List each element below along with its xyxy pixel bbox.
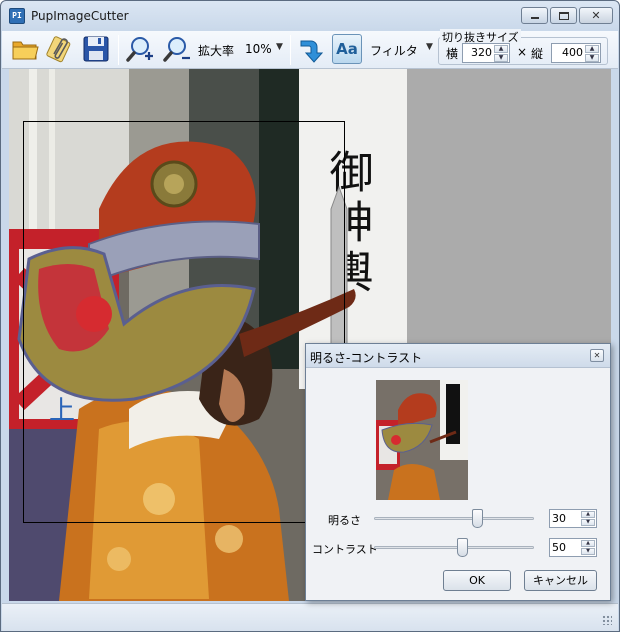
zoom-label: 拡大率 bbox=[198, 44, 235, 58]
brightness-slider[interactable] bbox=[374, 517, 534, 520]
close-button[interactable]: ✕ bbox=[579, 7, 613, 24]
title-bar[interactable]: PI PupImageCutter ✕ bbox=[1, 1, 619, 31]
zoom-dropdown-icon[interactable]: ▼ bbox=[276, 42, 283, 52]
window-title: PupImageCutter bbox=[31, 9, 129, 23]
maximize-icon bbox=[559, 12, 569, 20]
zoom-select[interactable]: 10% bbox=[245, 42, 272, 56]
height-value[interactable]: 400 bbox=[562, 46, 583, 59]
brightness-down-icon[interactable]: ▼ bbox=[581, 519, 595, 526]
dialog-close-button[interactable]: ✕ bbox=[590, 349, 604, 362]
height-up-icon[interactable]: ▲ bbox=[585, 45, 599, 53]
dialog-title: 明るさ-コントラスト bbox=[310, 351, 423, 365]
preview-thumbnail bbox=[376, 380, 468, 500]
close-icon: ✕ bbox=[591, 9, 601, 22]
app-icon: PI bbox=[9, 8, 25, 24]
width-up-icon[interactable]: ▲ bbox=[494, 45, 508, 53]
contrast-up-icon[interactable]: ▲ bbox=[581, 540, 595, 547]
brightness-contrast-dialog: 明るさ-コントラスト ✕ 明るさ 30 ▲ ▼ コントラスト 50 ▲ ▼ OK… bbox=[305, 343, 611, 601]
zoom-in-icon[interactable] bbox=[125, 34, 155, 64]
filter-dropdown-icon[interactable]: ▼ bbox=[426, 42, 433, 52]
dialog-title-bar[interactable]: 明るさ-コントラスト ✕ bbox=[306, 344, 610, 368]
height-spinner[interactable]: 400 ▲ ▼ bbox=[551, 43, 601, 63]
open-folder-icon[interactable] bbox=[10, 34, 40, 64]
filter-menu[interactable]: フィルタ bbox=[370, 42, 418, 59]
contrast-label: コントラスト bbox=[312, 543, 378, 556]
brightness-up-icon[interactable]: ▲ bbox=[581, 511, 595, 518]
contrast-down-icon[interactable]: ▼ bbox=[581, 548, 595, 555]
times-symbol: × bbox=[517, 45, 528, 59]
toolbar-separator bbox=[290, 35, 291, 65]
brightness-value[interactable]: 30 bbox=[552, 512, 566, 525]
window-controls: ✕ bbox=[521, 7, 613, 24]
app-window: PI PupImageCutter ✕ 拡大率 10% ▼ Aa フィルタ ▼ … bbox=[0, 0, 620, 632]
minimize-icon bbox=[531, 17, 539, 19]
contrast-slider-thumb[interactable] bbox=[457, 538, 468, 557]
paperclip-icon[interactable] bbox=[44, 34, 74, 64]
status-bar bbox=[2, 603, 618, 631]
font-aa-icon[interactable]: Aa bbox=[332, 34, 362, 64]
brightness-spinner[interactable]: 30 ▲ ▼ bbox=[549, 509, 597, 528]
crop-size-group: 切り抜きサイズ 横 320 ▲ ▼ × 縦 400 ▲ ▼ bbox=[438, 29, 608, 65]
cancel-button[interactable]: キャンセル bbox=[524, 570, 597, 591]
zoom-out-icon[interactable] bbox=[162, 34, 192, 64]
brightness-label: 明るさ bbox=[328, 514, 361, 527]
brightness-slider-thumb[interactable] bbox=[472, 509, 483, 528]
ok-button[interactable]: OK bbox=[443, 570, 511, 591]
contrast-value[interactable]: 50 bbox=[552, 541, 566, 554]
crop-selection[interactable] bbox=[23, 121, 345, 523]
save-disk-icon[interactable] bbox=[81, 34, 111, 64]
contrast-slider[interactable] bbox=[374, 546, 534, 549]
rotate-arrow-icon[interactable] bbox=[296, 34, 326, 64]
toolbar-separator bbox=[118, 35, 119, 65]
height-label: 縦 bbox=[531, 47, 544, 61]
width-spinner[interactable]: 320 ▲ ▼ bbox=[462, 43, 510, 63]
contrast-spinner[interactable]: 50 ▲ ▼ bbox=[549, 538, 597, 557]
width-value[interactable]: 320 bbox=[471, 46, 492, 59]
maximize-button[interactable] bbox=[550, 7, 577, 24]
resize-grip-icon[interactable] bbox=[602, 615, 612, 625]
width-label: 横 bbox=[446, 47, 459, 61]
height-down-icon[interactable]: ▼ bbox=[585, 54, 599, 62]
width-down-icon[interactable]: ▼ bbox=[494, 54, 508, 62]
minimize-button[interactable] bbox=[521, 7, 548, 24]
